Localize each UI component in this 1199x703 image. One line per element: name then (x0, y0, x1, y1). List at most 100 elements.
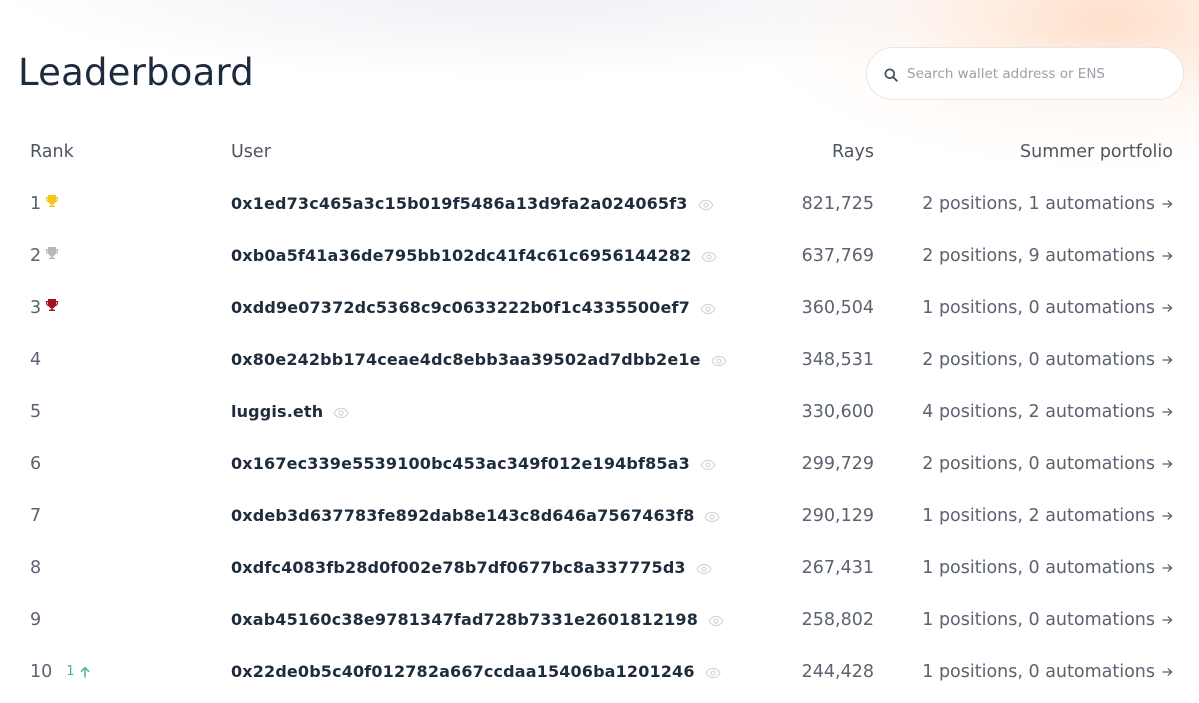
user-cell: 0x1ed73c465a3c15b019f5486a13d9fa2a024065… (231, 182, 714, 226)
rays-value: 290,129 (801, 506, 874, 526)
rank-cell: 7 (30, 494, 41, 538)
eye-icon[interactable] (701, 251, 718, 263)
arrow-right-icon (1162, 668, 1173, 676)
table-row[interactable]: 3 0xdd9e07372dc5368c9c0633222b0f1c4335500… (0, 286, 1199, 338)
user-address-link[interactable]: 0x1ed73c465a3c15b019f5486a13d9fa2a024065… (231, 182, 688, 226)
user-address-link[interactable]: 0x22de0b5c40f012782a667ccdaa15406ba12012… (231, 650, 695, 694)
search-box[interactable] (866, 47, 1184, 100)
search-icon (884, 68, 898, 82)
rank-number: 4 (30, 350, 42, 370)
column-header-summer-portfolio: Summer portfolio (1020, 142, 1173, 162)
user-cell: 0xdd9e07372dc5368c9c0633222b0f1c4335500e… (231, 286, 716, 330)
summer-portfolio-link[interactable]: 2 positions, 1 automations (922, 182, 1173, 226)
rays-value: 348,531 (801, 350, 874, 370)
user-cell: 0x167ec339e5539100bc453ac349f012e194bf85… (231, 442, 716, 486)
column-header-rank: Rank (30, 142, 74, 162)
arrow-right-icon (1162, 460, 1173, 468)
rays-value: 244,428 (801, 662, 874, 682)
user-address-link[interactable]: 0xdd9e07372dc5368c9c0633222b0f1c4335500e… (231, 286, 690, 330)
user-address-link[interactable]: luggis.eth (231, 390, 323, 434)
eye-icon[interactable] (704, 511, 721, 523)
table-row[interactable]: 4 0x80e242bb174ceae4dc8ebb3aa39502ad7dbb2… (0, 338, 1199, 390)
rank-change-badge: 1 (66, 650, 89, 694)
summer-portfolio-link[interactable]: 4 positions, 2 automations (922, 390, 1173, 434)
table-header: Rank User Rays Summer portfolio (0, 138, 1199, 166)
arrow-right-icon (1162, 564, 1173, 572)
rank-cell: 6 (30, 442, 41, 486)
rank-number: 9 (30, 610, 42, 630)
search-input[interactable] (907, 60, 1172, 88)
table-row[interactable]: 5 luggis.eth 330,600 4 positions, 2 automat… (0, 390, 1199, 442)
summer-portfolio-link[interactable]: 1 positions, 0 automations (922, 598, 1173, 642)
page-title: Leaderboard (18, 51, 254, 94)
summer-portfolio-text: 4 positions, 2 automations (922, 402, 1155, 422)
column-header-rays: Rays (832, 142, 874, 162)
arrow-right-icon (1162, 356, 1173, 364)
rank-number: 3 (30, 298, 42, 318)
eye-icon[interactable] (333, 407, 349, 419)
user-cell: luggis.eth (231, 390, 349, 434)
user-address-link[interactable]: 0xdfc4083fb28d0f002e78b7df0677bc8a337775… (231, 546, 686, 590)
rank-cell: 9 (30, 598, 41, 642)
summer-portfolio-text: 2 positions, 0 automations (922, 454, 1155, 474)
trophy-bronze-icon (46, 299, 59, 311)
rays-value: 360,504 (801, 298, 874, 318)
user-address-link[interactable]: 0xab45160c38e9781347fad728b7331e26018121… (231, 598, 698, 642)
rank-cell: 2 (30, 234, 59, 278)
table-row[interactable]: 7 0xdeb3d637783fe892dab8e143c8d646a756746… (0, 494, 1199, 546)
arrow-right-icon (1162, 200, 1173, 208)
summer-portfolio-link[interactable]: 2 positions, 9 automations (922, 234, 1173, 278)
arrow-right-icon (1162, 616, 1173, 624)
rank-cell: 4 (30, 338, 41, 382)
rays-value: 821,725 (801, 194, 874, 214)
summer-portfolio-link[interactable]: 2 positions, 0 automations (922, 442, 1173, 486)
user-cell: 0x80e242bb174ceae4dc8ebb3aa39502ad7dbb2e… (231, 338, 727, 382)
user-address-link[interactable]: 0x80e242bb174ceae4dc8ebb3aa39502ad7dbb2e… (231, 338, 701, 382)
user-address-link[interactable]: 0x167ec339e5539100bc453ac349f012e194bf85… (231, 442, 690, 486)
user-cell: 0xb0a5f41a36de795bb102dc41f4c61c69561442… (231, 234, 718, 278)
eye-icon[interactable] (700, 303, 716, 315)
trophy-gold-icon (46, 195, 59, 207)
rays-value: 637,769 (801, 246, 874, 266)
summer-portfolio-text: 1 positions, 0 automations (922, 298, 1155, 318)
summer-portfolio-link[interactable]: 1 positions, 0 automations (922, 546, 1173, 590)
user-cell: 0xab45160c38e9781347fad728b7331e26018121… (231, 598, 724, 642)
table-row[interactable]: 10 1 0x22de0b5c40f012782a667ccdaa15406ba12… (0, 650, 1199, 702)
eye-icon[interactable] (708, 615, 724, 627)
trophy-silver-icon (46, 247, 59, 259)
table-row[interactable]: 9 0xab45160c38e9781347fad728b7331e2601812… (0, 598, 1199, 650)
summer-portfolio-text: 2 positions, 1 automations (922, 194, 1155, 214)
summer-portfolio-link[interactable]: 1 positions, 0 automations (922, 650, 1173, 694)
rank-cell: 5 (30, 390, 41, 434)
eye-icon[interactable] (697, 199, 714, 211)
summer-portfolio-text: 1 positions, 0 automations (922, 662, 1155, 682)
eye-icon[interactable] (710, 355, 727, 367)
rank-cell: 1 (30, 182, 59, 226)
rays-value: 330,600 (801, 402, 874, 422)
table-row[interactable]: 8 0xdfc4083fb28d0f002e78b7df0677bc8a33777… (0, 546, 1199, 598)
summer-portfolio-text: 1 positions, 0 automations (922, 610, 1155, 630)
user-address-link[interactable]: 0xdeb3d637783fe892dab8e143c8d646a7567463… (231, 494, 694, 538)
user-cell: 0xdeb3d637783fe892dab8e143c8d646a7567463… (231, 494, 721, 538)
rank-number: 5 (30, 402, 42, 422)
table-row[interactable]: 6 0x167ec339e5539100bc453ac349f012e194bf8… (0, 442, 1199, 494)
arrow-up-icon (80, 666, 89, 678)
summer-portfolio-link[interactable]: 1 positions, 2 automations (922, 494, 1173, 538)
summer-portfolio-text: 2 positions, 9 automations (922, 246, 1155, 266)
rays-value: 299,729 (801, 454, 874, 474)
summer-portfolio-link[interactable]: 2 positions, 0 automations (922, 338, 1173, 382)
table-row[interactable]: 1 0x1ed73c465a3c15b019f5486a13d9fa2a02406… (0, 182, 1199, 234)
arrow-right-icon (1162, 304, 1173, 312)
rank-change-value: 1 (66, 664, 75, 679)
rank-number: 6 (30, 454, 42, 474)
eye-icon[interactable] (704, 667, 721, 679)
column-header-user: User (231, 142, 271, 162)
eye-icon[interactable] (696, 563, 712, 575)
user-cell: 0xdfc4083fb28d0f002e78b7df0677bc8a337775… (231, 546, 712, 590)
eye-icon[interactable] (700, 459, 716, 471)
rays-value: 258,802 (801, 610, 874, 630)
table-row[interactable]: 2 0xb0a5f41a36de795bb102dc41f4c61c6956144… (0, 234, 1199, 286)
rank-cell: 10 1 (30, 650, 90, 694)
user-address-link[interactable]: 0xb0a5f41a36de795bb102dc41f4c61c69561442… (231, 234, 691, 278)
summer-portfolio-link[interactable]: 1 positions, 0 automations (922, 286, 1173, 330)
